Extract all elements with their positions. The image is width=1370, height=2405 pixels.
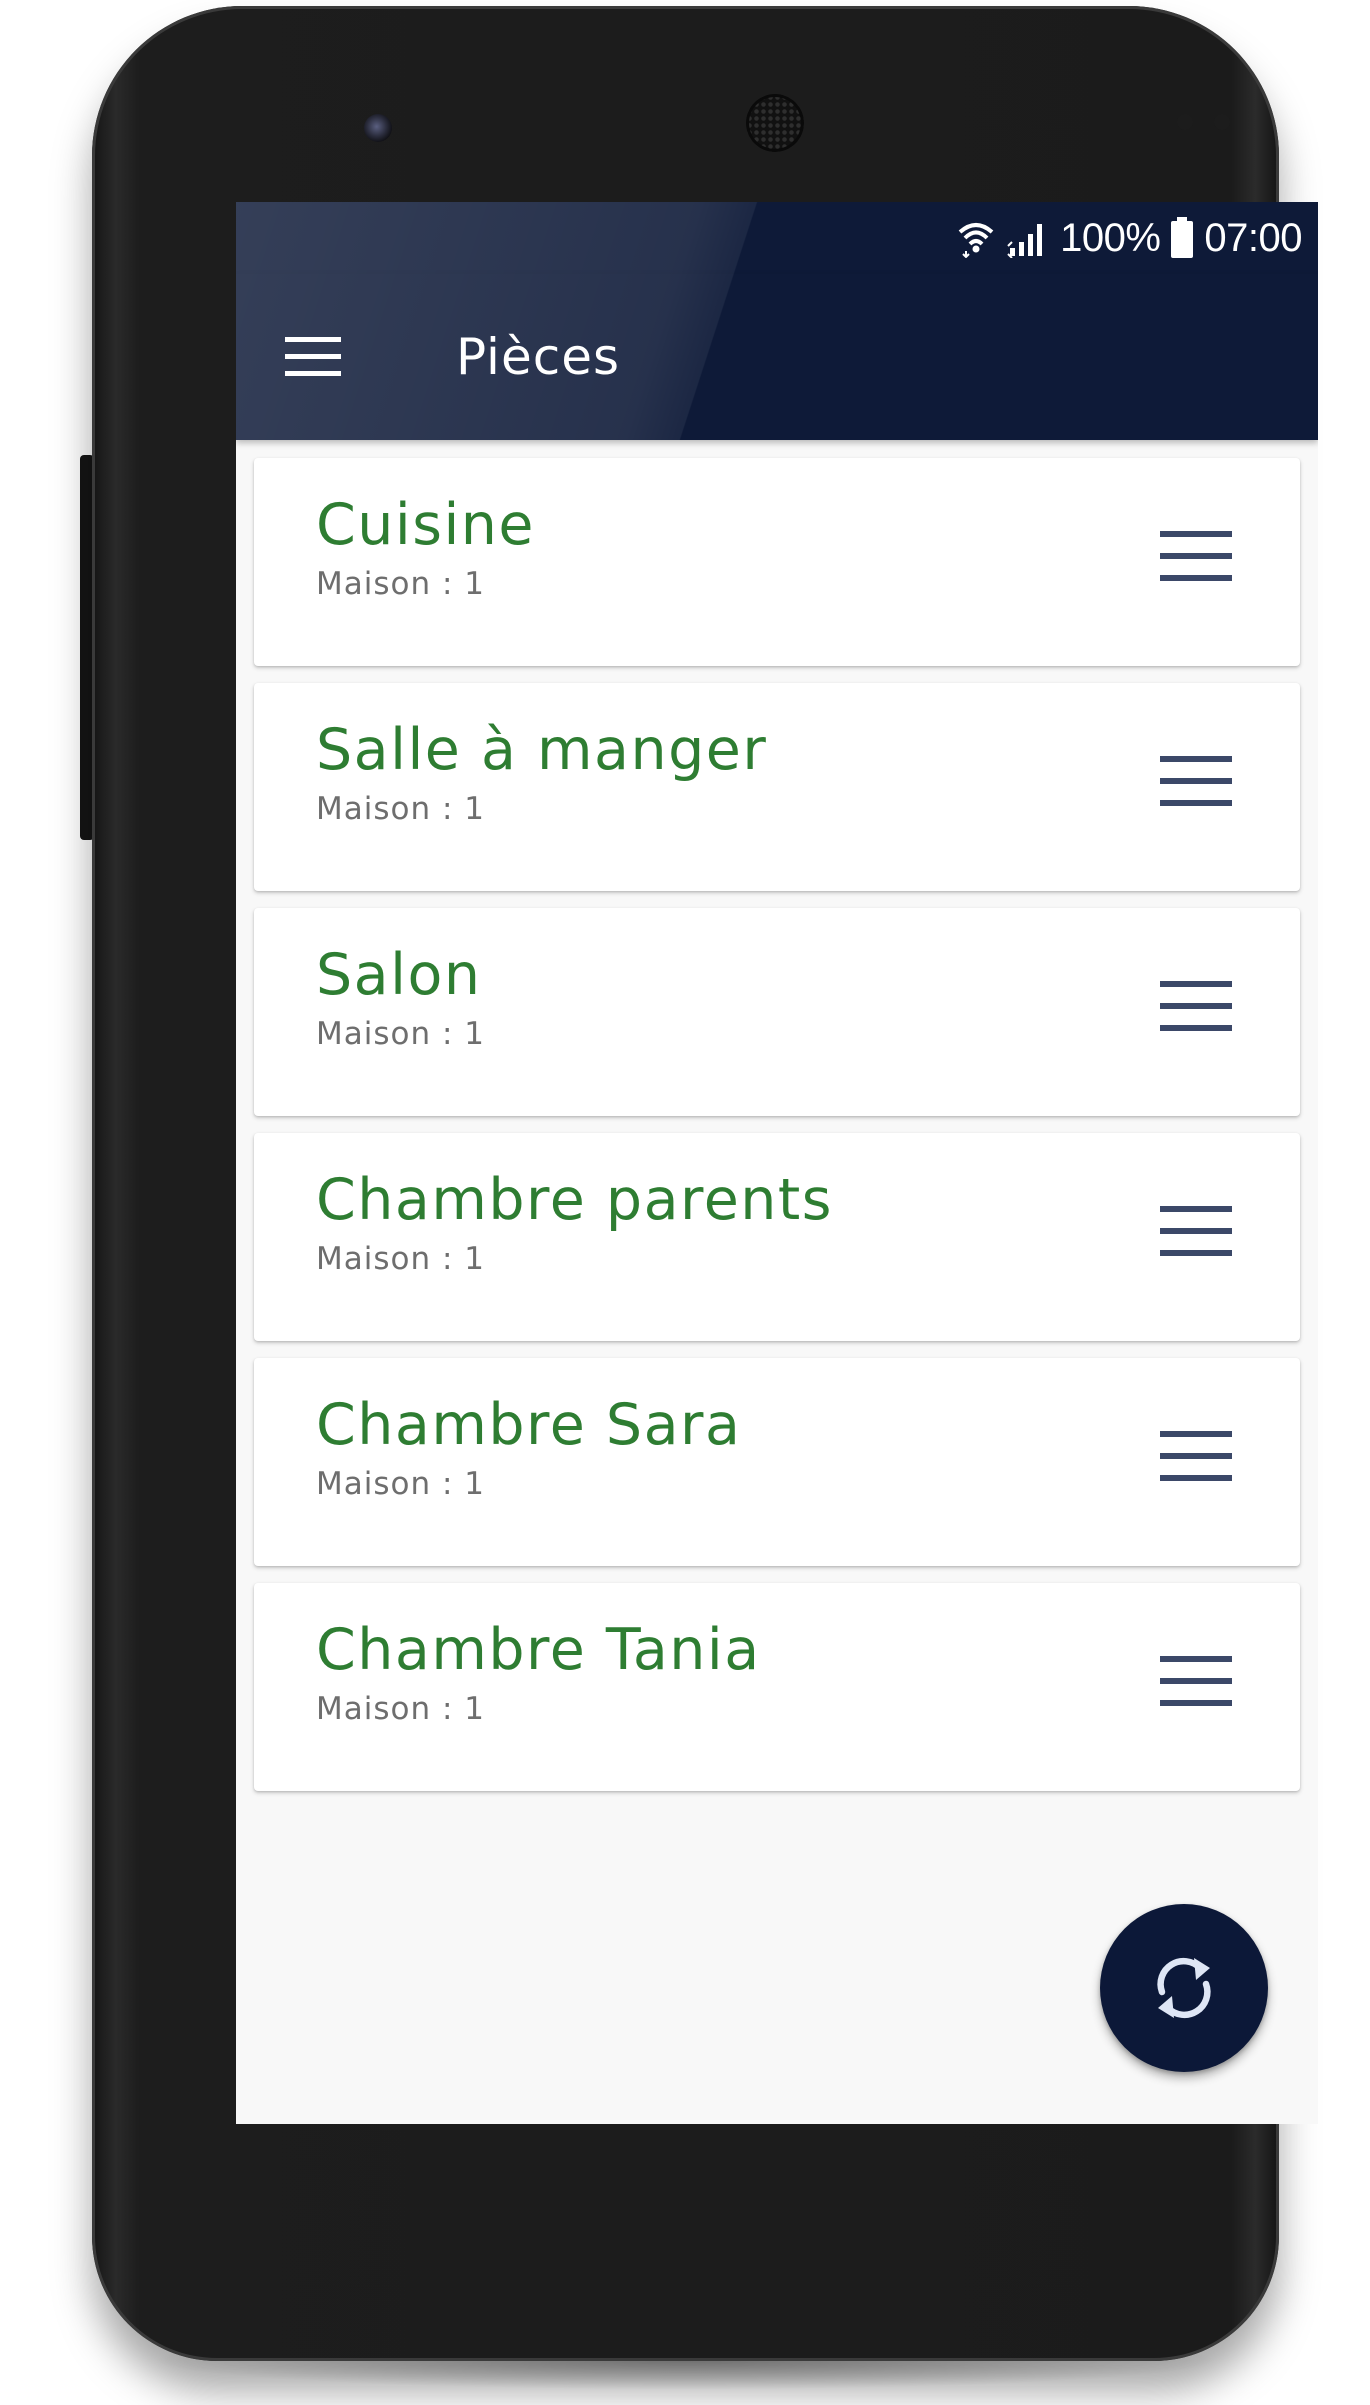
page-title: Pièces xyxy=(456,328,621,386)
room-card-cuisine[interactable]: Cuisine Maison : 1 xyxy=(254,458,1300,666)
sync-fab-button[interactable] xyxy=(1100,1904,1268,2072)
drag-handle-icon[interactable] xyxy=(1158,1651,1234,1711)
room-card-chambre-parents[interactable]: Chambre parents Maison : 1 xyxy=(254,1133,1300,1341)
earpiece-speaker xyxy=(746,94,804,152)
room-card-chambre-sara[interactable]: Chambre Sara Maison : 1 xyxy=(254,1358,1300,1566)
room-house: Maison : 1 xyxy=(316,1466,485,1502)
room-house: Maison : 1 xyxy=(316,566,485,602)
room-card-salle-a-manger[interactable]: Salle à manger Maison : 1 xyxy=(254,683,1300,891)
room-card-salon[interactable]: Salon Maison : 1 xyxy=(254,908,1300,1116)
screen: 100% 07:00 Pièces Cuisine Maison: 1 Sal… xyxy=(236,202,1318,2124)
room-name: Salle à manger xyxy=(316,717,768,783)
room-name: Chambre parents xyxy=(316,1167,833,1233)
room-house: Maison : 1 xyxy=(316,1691,485,1727)
room-house: Maison : 1 xyxy=(316,1241,485,1277)
room-name: Chambre Tania xyxy=(316,1617,761,1683)
hamburger-menu-icon xyxy=(285,337,341,376)
sync-icon xyxy=(1157,1957,1211,2019)
drag-handle-icon[interactable] xyxy=(1158,526,1234,586)
clock: 07:00 xyxy=(1204,215,1302,260)
front-camera xyxy=(364,114,392,142)
room-card-chambre-tania[interactable]: Chambre Tania Maison : 1 xyxy=(254,1583,1300,1791)
light-sensor xyxy=(1214,114,1230,130)
room-house: Maison : 1 xyxy=(316,791,485,827)
room-list: Cuisine Maison : 1 Salle à manger Maison… xyxy=(254,458,1300,1808)
battery-percent: 100% xyxy=(1060,215,1161,260)
room-name: Cuisine xyxy=(316,492,535,558)
hamburger-menu-button[interactable] xyxy=(248,274,378,440)
app-bar: Pièces xyxy=(236,274,1318,440)
room-name: Salon xyxy=(316,942,482,1008)
room-name: Chambre Sara xyxy=(316,1392,742,1458)
drag-handle-icon[interactable] xyxy=(1158,1426,1234,1486)
drag-handle-icon[interactable] xyxy=(1158,976,1234,1036)
phone-frame: 100% 07:00 Pièces Cuisine Maison: 1 Sal… xyxy=(92,6,1318,2361)
proximity-sensor xyxy=(1177,114,1193,130)
wifi-icon xyxy=(956,218,996,258)
drag-handle-icon[interactable] xyxy=(1158,1201,1234,1261)
signal-icon xyxy=(1006,218,1050,258)
drag-handle-icon[interactable] xyxy=(1158,751,1234,811)
room-house: Maison : 1 xyxy=(316,1016,485,1052)
battery-icon xyxy=(1170,217,1194,259)
status-bar: 100% 07:00 xyxy=(236,202,1318,274)
